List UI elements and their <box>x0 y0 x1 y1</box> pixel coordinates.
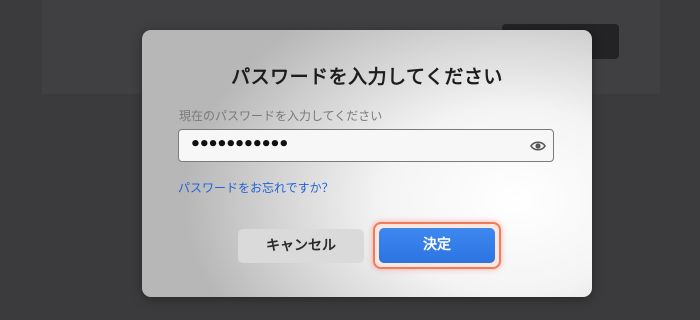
eye-icon[interactable] <box>530 139 546 153</box>
confirm-button[interactable]: 決定 <box>379 228 495 263</box>
dialog-title: パスワードを入力してください <box>231 66 503 88</box>
password-dialog: パスワードを入力してください 現在のパスワードを入力してください •••••••… <box>142 30 592 297</box>
cancel-button[interactable]: キャンセル <box>238 229 364 263</box>
password-field-label: 現在のパスワードを入力してください <box>179 109 383 123</box>
password-value: ••••••••••• <box>190 134 289 155</box>
password-field[interactable]: ••••••••••• <box>178 129 554 162</box>
forgot-password-link[interactable]: パスワードをお忘れですか？ <box>178 179 334 196</box>
confirm-button-focus-ring: 決定 <box>373 222 501 269</box>
